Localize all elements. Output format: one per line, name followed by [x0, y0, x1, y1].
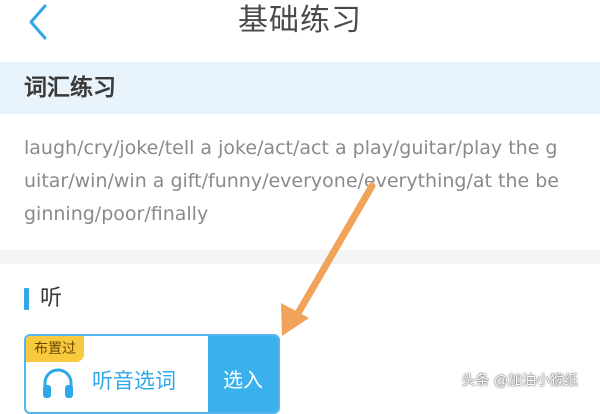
- headphones-icon: [43, 368, 73, 398]
- watermark: 头条 @加油小猴纸: [461, 373, 578, 389]
- page-title: 基础练习: [238, 3, 362, 38]
- section-divider: [0, 250, 600, 264]
- listen-task-card[interactable]: 布置过 听音选词 选入: [24, 334, 280, 414]
- task-name: 听音选词: [92, 369, 176, 393]
- vocab-line: ginning/poor/finally: [24, 203, 209, 225]
- vocab-line: uitar/win/win a gift/funny/everyone/ever…: [24, 170, 559, 192]
- select-in-button[interactable]: 选入: [208, 336, 278, 412]
- listen-section-marker: [24, 288, 29, 310]
- app-header: 基础练习: [0, 0, 600, 50]
- vocab-line: laugh/cry/joke/tell a joke/act/act a pla…: [24, 137, 558, 159]
- assigned-badge: 布置过: [26, 336, 84, 362]
- vocab-section-header: 词汇练习: [0, 62, 600, 114]
- vocab-section-title: 词汇练习: [24, 75, 116, 101]
- vocab-word-list: laugh/cry/joke/tell a joke/act/act a pla…: [24, 132, 580, 231]
- listen-section-title: 听: [40, 286, 63, 311]
